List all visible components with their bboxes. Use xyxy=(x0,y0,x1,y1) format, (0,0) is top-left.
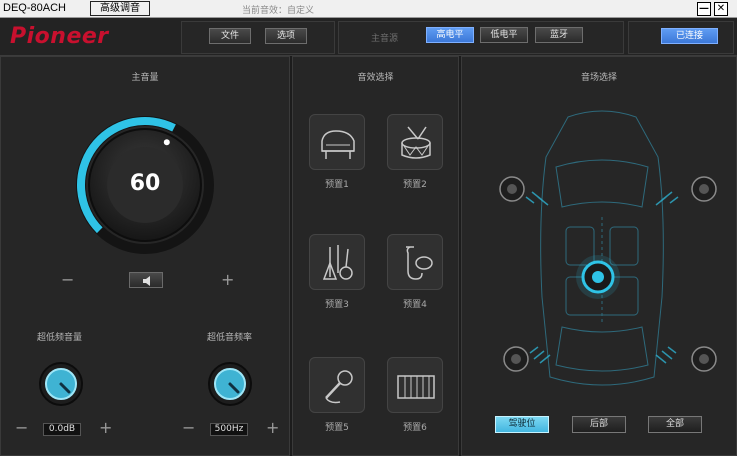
sub-volume-label: 超低频音量 xyxy=(37,333,83,343)
sub-freq-down-button[interactable]: − xyxy=(182,418,195,437)
volume-up-button[interactable]: + xyxy=(221,270,234,289)
sub-freq-knob[interactable] xyxy=(207,361,253,407)
sub-freq-value: 500Hz xyxy=(210,423,248,436)
mute-button[interactable] xyxy=(129,272,163,288)
volume-panel: 主音量 60 − + 超低频音量 − 0.0dB + 超低音频率 − 500Hz… xyxy=(0,56,290,456)
soundfield-rear-button[interactable]: 后部 xyxy=(572,416,626,433)
effects-title: 音效选择 xyxy=(357,73,394,83)
sub-volume-value: 0.0dB xyxy=(43,423,81,436)
current-sound-label: 当前音效：自定义 xyxy=(242,6,315,16)
main-source-label: 主音源 xyxy=(371,34,399,44)
listening-position-icon[interactable] xyxy=(576,255,620,299)
soundfield-title: 音场选择 xyxy=(580,73,617,83)
app-window: DEQ-80ACH 高级调音 当前音效：自定义 — ✕ Pioneer 文件 选… xyxy=(0,0,737,456)
title-bar: DEQ-80ACH 高级调音 当前音效：自定义 — ✕ xyxy=(0,0,737,18)
sub-freq-label: 超低音频率 xyxy=(207,333,253,343)
close-button[interactable]: ✕ xyxy=(714,2,728,16)
soundfield-panel: 音场选择 驾驶位 后部 全部 xyxy=(461,56,737,456)
preset-1-label: 预置1 xyxy=(325,180,349,190)
top-bar: Pioneer 文件 选项 主音源 高电平 低电平 蓝牙 已连接 xyxy=(0,18,737,56)
file-options-group xyxy=(181,21,335,54)
saxophone-icon xyxy=(406,246,433,280)
preset-6-button[interactable] xyxy=(387,357,443,413)
preset-5-label: 预置5 xyxy=(325,423,349,433)
source-high-level-button[interactable]: 高电平 xyxy=(426,27,474,43)
preset-2-button[interactable] xyxy=(387,114,443,170)
preset-4-label: 预置4 xyxy=(403,300,427,310)
preset-3-button[interactable] xyxy=(309,234,365,290)
speaker-rear-right-icon xyxy=(691,346,717,372)
preset-6-label: 预置6 xyxy=(403,423,427,433)
microphone-icon xyxy=(325,370,353,404)
speaker-icon xyxy=(143,276,150,286)
advanced-tuning-button[interactable]: 高级调音 xyxy=(90,1,150,16)
drum-icon xyxy=(401,126,431,159)
soundfield-driver-button[interactable]: 驾驶位 xyxy=(495,416,549,433)
sub-volume-down-button[interactable]: − xyxy=(15,418,28,437)
options-button[interactable]: 选项 xyxy=(265,28,307,44)
speaker-front-left-icon xyxy=(499,176,525,202)
speaker-rear-left-icon xyxy=(503,346,529,372)
guitar-icon xyxy=(322,245,353,280)
sub-freq-up-button[interactable]: + xyxy=(266,418,279,437)
volume-down-button[interactable]: − xyxy=(61,270,74,289)
preset-4-button[interactable] xyxy=(387,234,443,290)
sub-volume-up-button[interactable]: + xyxy=(99,418,112,437)
source-low-level-button[interactable]: 低电平 xyxy=(480,27,528,43)
car-diagram xyxy=(499,110,717,386)
preset-3-label: 预置3 xyxy=(325,300,349,310)
accordion-icon xyxy=(397,375,435,399)
connection-status: 已连接 xyxy=(661,28,718,44)
speaker-front-right-icon xyxy=(691,176,717,202)
sub-volume-knob[interactable] xyxy=(38,361,84,407)
pioneer-logo: Pioneer xyxy=(10,24,109,49)
preset-1-button[interactable] xyxy=(309,114,365,170)
master-volume-title: 主音量 xyxy=(131,73,159,83)
piano-icon xyxy=(321,130,355,159)
soundfield-all-button[interactable]: 全部 xyxy=(648,416,702,433)
app-title: DEQ-80ACH xyxy=(3,2,66,14)
preset-5-button[interactable] xyxy=(309,357,365,413)
minimize-button[interactable]: — xyxy=(697,2,711,16)
preset-2-label: 预置2 xyxy=(403,180,427,190)
source-bluetooth-button[interactable]: 蓝牙 xyxy=(535,27,583,43)
file-button[interactable]: 文件 xyxy=(209,28,251,44)
volume-value: 60 xyxy=(129,171,161,196)
effects-panel: 音效选择 预置1 预置2 预置3 预置4 预置5 预置6 xyxy=(292,56,459,456)
